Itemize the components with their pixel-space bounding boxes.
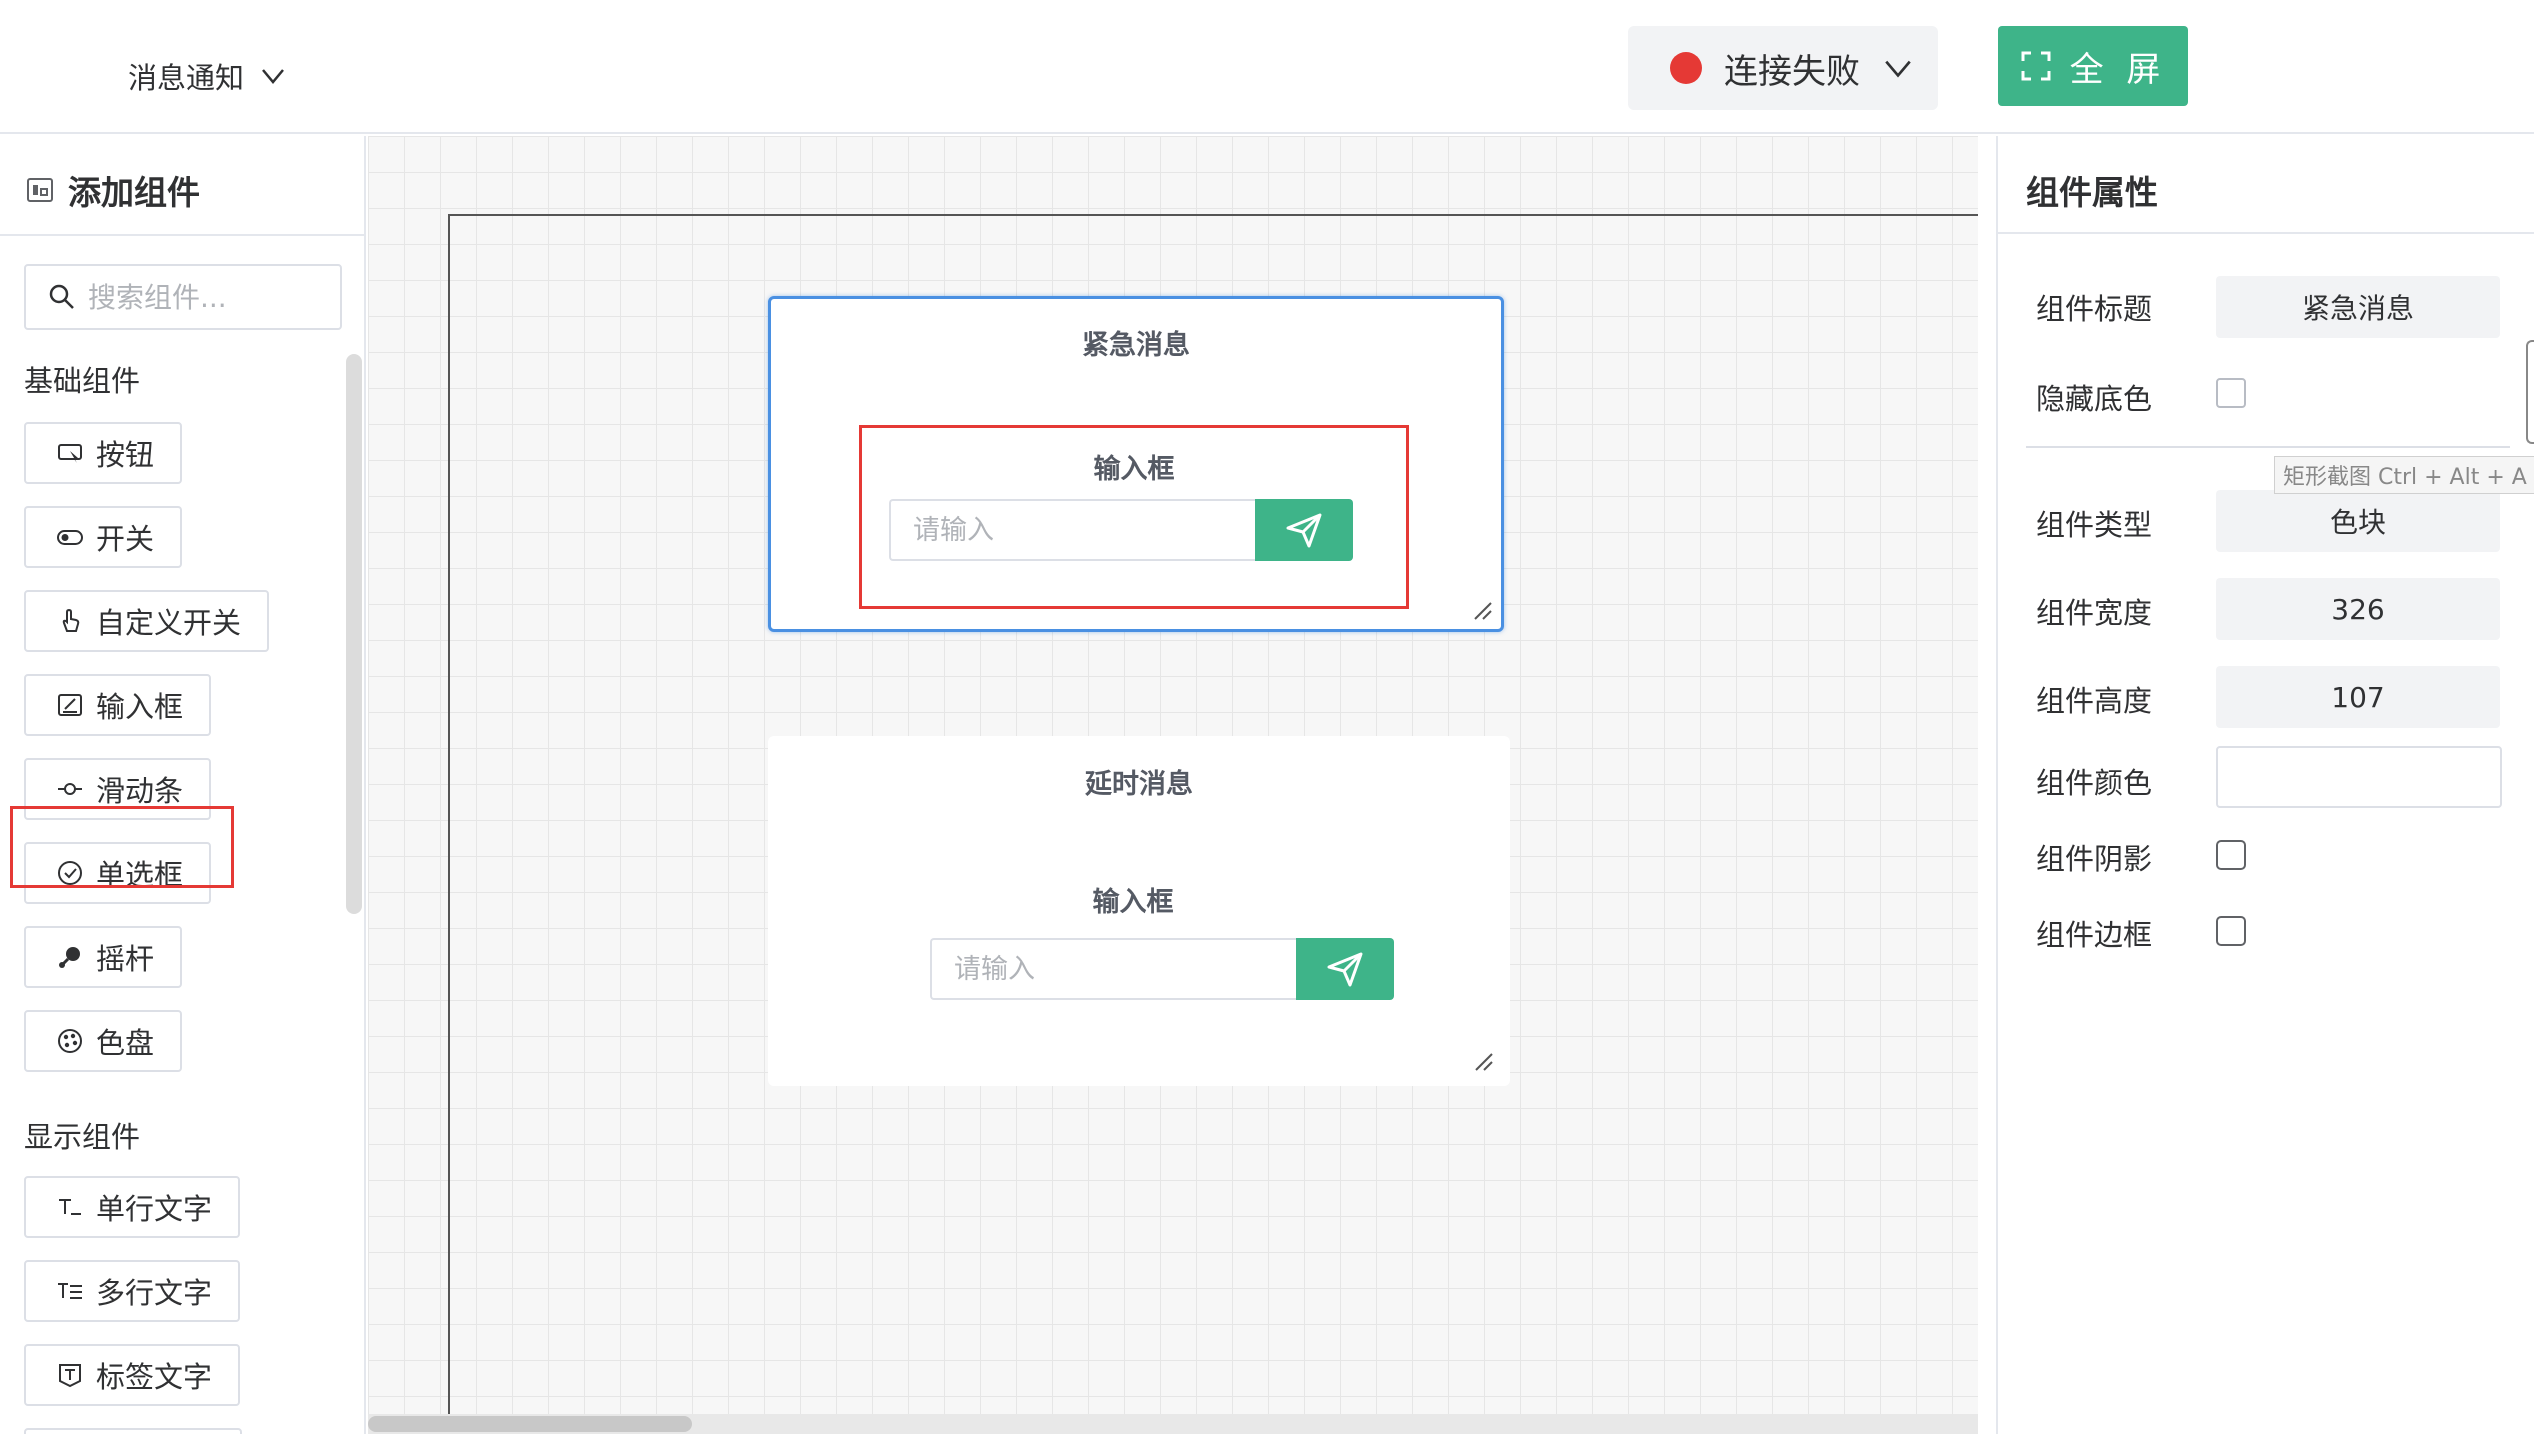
widget-type-value[interactable]: 色块 bbox=[2216, 490, 2500, 552]
properties-title: 组件属性 bbox=[2026, 173, 2158, 212]
fullscreen-label: 全 屏 bbox=[2069, 49, 2167, 90]
widget-delayed-message[interactable]: 延时消息 输入框 bbox=[768, 736, 1510, 1086]
page-selector-label: 消息通知 bbox=[128, 61, 245, 95]
add-tag-text-component[interactable]: 标签文字 bbox=[24, 1344, 241, 1406]
add-joystick-component[interactable]: 摇杆 bbox=[24, 926, 183, 988]
add-multi-line-text-component[interactable]: 多行文字 bbox=[24, 1260, 241, 1322]
tag-text-icon bbox=[59, 1364, 81, 1388]
section-divider bbox=[2026, 446, 2510, 448]
widget-height-label: 组件高度 bbox=[2036, 684, 2153, 718]
hide-bg-label: 隐藏底色 bbox=[2036, 382, 2153, 416]
widget-width-label: 组件宽度 bbox=[2036, 596, 2153, 630]
widget-shadow-label: 组件阴影 bbox=[2036, 842, 2153, 876]
multi-line-text-icon bbox=[58, 1283, 82, 1299]
resize-handle-icon[interactable] bbox=[1473, 601, 1493, 621]
status-indicator-dot bbox=[1670, 52, 1702, 84]
component-search-input[interactable] bbox=[88, 280, 328, 314]
connection-status-dropdown[interactable]: 连接失败 bbox=[1628, 26, 1938, 110]
properties-panel: 组件属性 组件标题 紧急消息 隐藏底色 组件类型 色块 组件宽度 326 组件高… bbox=[1996, 136, 2534, 1434]
add-input-component[interactable]: 输入框 bbox=[24, 674, 212, 736]
add-button-component[interactable]: 按钮 bbox=[24, 422, 183, 484]
button-icon bbox=[58, 444, 82, 463]
palette-icon bbox=[58, 1029, 82, 1053]
widget-color-label: 组件颜色 bbox=[2036, 766, 2153, 800]
component-label: 单行文字 bbox=[96, 1192, 213, 1226]
widget-title: 延时消息 bbox=[1085, 769, 1193, 800]
add-toggle-component[interactable]: 开关 bbox=[24, 506, 183, 568]
message-input[interactable] bbox=[954, 953, 1296, 985]
widget-title: 紧急消息 bbox=[1082, 330, 1190, 361]
input-component-highlight bbox=[10, 806, 234, 888]
send-button[interactable] bbox=[1255, 499, 1353, 561]
joystick-icon bbox=[59, 947, 80, 968]
send-button[interactable] bbox=[1296, 938, 1394, 1000]
chevron-down-icon bbox=[262, 69, 284, 84]
toggle-icon bbox=[57, 530, 83, 545]
fullscreen-button[interactable]: 全 屏 bbox=[1998, 26, 2188, 106]
connection-status-label: 连接失败 bbox=[1724, 51, 1860, 92]
message-input-field[interactable] bbox=[930, 938, 1296, 1000]
edit-box-icon bbox=[58, 694, 82, 716]
page-selector-dropdown[interactable]: 消息通知 bbox=[128, 52, 288, 100]
panel-edge-handle[interactable] bbox=[2526, 340, 2534, 444]
chevron-down-icon bbox=[1885, 60, 1911, 78]
fullscreen-icon bbox=[2021, 51, 2051, 81]
component-label: 摇杆 bbox=[96, 942, 155, 976]
send-icon bbox=[1286, 513, 1322, 548]
properties-divider bbox=[1998, 232, 2534, 234]
app-root: 消息通知 连接失败 全 屏 添加组件 搜索组件... 基础组件 按钮 开关 自定… bbox=[0, 0, 2534, 1434]
component-label: 开关 bbox=[96, 522, 155, 556]
component-label: 输入框 bbox=[96, 690, 184, 724]
resize-handle-icon[interactable] bbox=[1474, 1052, 1494, 1072]
sidebar-scrollbar[interactable] bbox=[346, 354, 362, 914]
widget-shadow-checkbox[interactable] bbox=[2216, 840, 2246, 870]
widget-height-value[interactable]: 107 bbox=[2216, 666, 2500, 728]
add-single-line-text-component[interactable]: 单行文字 bbox=[24, 1176, 241, 1238]
canvas-horizontal-scrollbar[interactable] bbox=[368, 1414, 1978, 1434]
display-components-heading: 显示组件 bbox=[24, 1120, 141, 1154]
top-header: 消息通知 连接失败 全 屏 bbox=[0, 0, 2534, 134]
input-title: 输入框 bbox=[1093, 454, 1175, 485]
component-sidebar: 添加组件 基础组件 按钮 开关 bbox=[0, 136, 366, 1434]
widget-title-value[interactable]: 紧急消息 bbox=[2216, 276, 2500, 338]
widget-urgent-message[interactable]: 紧急消息 输入框 bbox=[768, 296, 1504, 632]
hand-pointer-icon bbox=[62, 608, 80, 632]
send-icon bbox=[1327, 952, 1363, 987]
widget-width-value[interactable]: 326 bbox=[2216, 578, 2500, 640]
component-label: 色盘 bbox=[96, 1026, 155, 1060]
input-title: 输入框 bbox=[1092, 887, 1174, 918]
sidebar-divider bbox=[0, 234, 364, 236]
single-line-text-icon bbox=[59, 1199, 81, 1215]
slider-icon bbox=[58, 783, 82, 795]
component-panel-icon bbox=[27, 178, 53, 202]
component-label: 自定义开关 bbox=[96, 606, 242, 640]
sidebar-header: 添加组件 bbox=[26, 166, 200, 214]
add-custom-switch-component[interactable]: 自定义开关 bbox=[24, 590, 270, 652]
widget-type-label: 组件类型 bbox=[2036, 508, 2153, 542]
design-canvas[interactable]: 紧急消息 输入框 延时消息 输入框 bbox=[368, 136, 1978, 1434]
component-label: 滑动条 bbox=[96, 774, 184, 808]
scrollbar-thumb[interactable] bbox=[368, 1416, 692, 1432]
sidebar-title: 添加组件 bbox=[68, 173, 200, 212]
message-input[interactable] bbox=[913, 514, 1255, 546]
widget-title-label: 组件标题 bbox=[2036, 292, 2153, 326]
screenshot-tooltip: 矩形截图 Ctrl + Alt + A bbox=[2274, 456, 2534, 494]
add-palette-component[interactable]: 色盘 bbox=[24, 1010, 183, 1072]
component-label: 标签文字 bbox=[96, 1360, 213, 1394]
widget-color-picker[interactable] bbox=[2216, 746, 2502, 808]
widget-border-label: 组件边框 bbox=[2036, 918, 2153, 952]
component-label: 多行文字 bbox=[96, 1276, 213, 1310]
basic-components-heading: 基础组件 bbox=[24, 364, 141, 398]
component-search-box[interactable] bbox=[24, 264, 342, 330]
add-more-component[interactable] bbox=[24, 1428, 242, 1434]
search-icon bbox=[49, 284, 74, 309]
hide-bg-checkbox[interactable] bbox=[2216, 378, 2246, 408]
component-label: 按钮 bbox=[96, 438, 155, 472]
widget-border-checkbox[interactable] bbox=[2216, 916, 2246, 946]
message-input-field[interactable] bbox=[889, 499, 1255, 561]
